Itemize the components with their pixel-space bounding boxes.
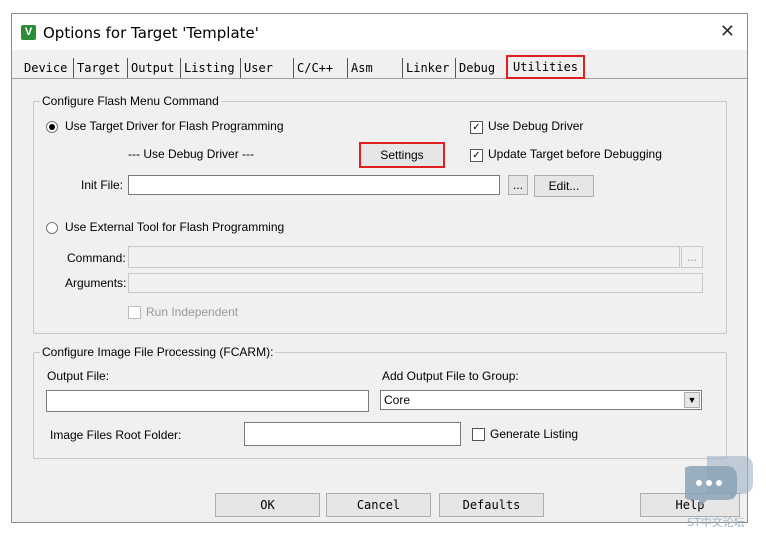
image-group-legend: Configure Image File Processing (FCARM): — [42, 345, 274, 359]
command-browse-button[interactable]: ... — [681, 246, 703, 268]
init-file-label: Init File: — [81, 178, 124, 192]
arguments-label: Arguments: — [65, 276, 127, 290]
use-target-driver-radio[interactable] — [46, 121, 58, 133]
use-external-tool-label: Use External Tool for Flash Programming — [65, 220, 285, 234]
init-file-browse-button[interactable]: ... — [508, 175, 528, 195]
tab-listing[interactable]: Listing — [180, 58, 235, 78]
group-select-value: Core — [384, 393, 411, 407]
tab-debug[interactable]: Debug — [455, 58, 495, 78]
add-output-label: Add Output File to Group: — [382, 369, 519, 383]
options-dialog: V Options for Target 'Template' ✕ Device… — [11, 13, 748, 523]
tab-device[interactable]: Device — [24, 58, 67, 78]
forum-watermark: ST中文论坛 — [681, 452, 759, 529]
generate-listing-checkbox[interactable] — [472, 428, 485, 441]
use-debug-driver-checkbox[interactable]: ✓ — [470, 121, 483, 134]
use-debug-driver-label: Use Debug Driver — [488, 119, 584, 133]
tab-asm[interactable]: Asm — [347, 58, 373, 78]
settings-button[interactable]: Settings — [359, 142, 445, 168]
use-target-driver-label: Use Target Driver for Flash Programming — [65, 119, 284, 133]
tab-output[interactable]: Output — [127, 58, 174, 78]
tab-linker[interactable]: Linker — [402, 58, 449, 78]
update-target-checkbox[interactable]: ✓ — [470, 149, 483, 162]
run-independent-checkbox[interactable] — [128, 306, 141, 319]
chevron-down-icon[interactable]: ▼ — [684, 392, 700, 408]
root-folder-input[interactable] — [244, 422, 461, 446]
keil-app-icon: V — [21, 25, 36, 40]
tab-bar: Device Target Output Listing User C/C++ … — [12, 55, 747, 79]
chat-bubble-icon — [681, 456, 753, 508]
cancel-button[interactable]: Cancel — [326, 493, 431, 517]
root-folder-label: Image Files Root Folder: — [50, 428, 182, 442]
tab-c-cpp[interactable]: C/C++ — [293, 58, 333, 78]
tab-target[interactable]: Target — [73, 58, 120, 78]
command-input[interactable] — [128, 246, 680, 268]
init-file-input[interactable] — [128, 175, 500, 195]
edit-button[interactable]: Edit... — [534, 175, 594, 197]
group-select[interactable]: Core ▼ — [380, 390, 702, 410]
window-title: Options for Target 'Template' — [43, 24, 259, 42]
command-label: Command: — [67, 251, 126, 265]
generate-listing-label: Generate Listing — [490, 427, 579, 441]
tab-utilities[interactable]: Utilities — [506, 55, 586, 79]
watermark-text: ST中文论坛 — [687, 516, 745, 529]
close-icon[interactable]: ✕ — [720, 21, 735, 42]
tab-user[interactable]: User — [240, 58, 273, 78]
title-bar[interactable]: V Options for Target 'Template' ✕ — [12, 14, 747, 50]
run-independent-label: Run Independent — [146, 305, 239, 319]
output-file-label: Output File: — [47, 369, 110, 383]
update-target-label: Update Target before Debugging — [488, 147, 662, 161]
defaults-button[interactable]: Defaults — [439, 493, 544, 517]
arguments-input[interactable] — [128, 273, 703, 293]
output-file-input[interactable] — [46, 390, 369, 412]
flash-group-legend: Configure Flash Menu Command — [42, 94, 219, 108]
use-external-tool-radio[interactable] — [46, 222, 58, 234]
driver-value-text: --- Use Debug Driver --- — [128, 147, 255, 161]
ok-button[interactable]: OK — [215, 493, 320, 517]
